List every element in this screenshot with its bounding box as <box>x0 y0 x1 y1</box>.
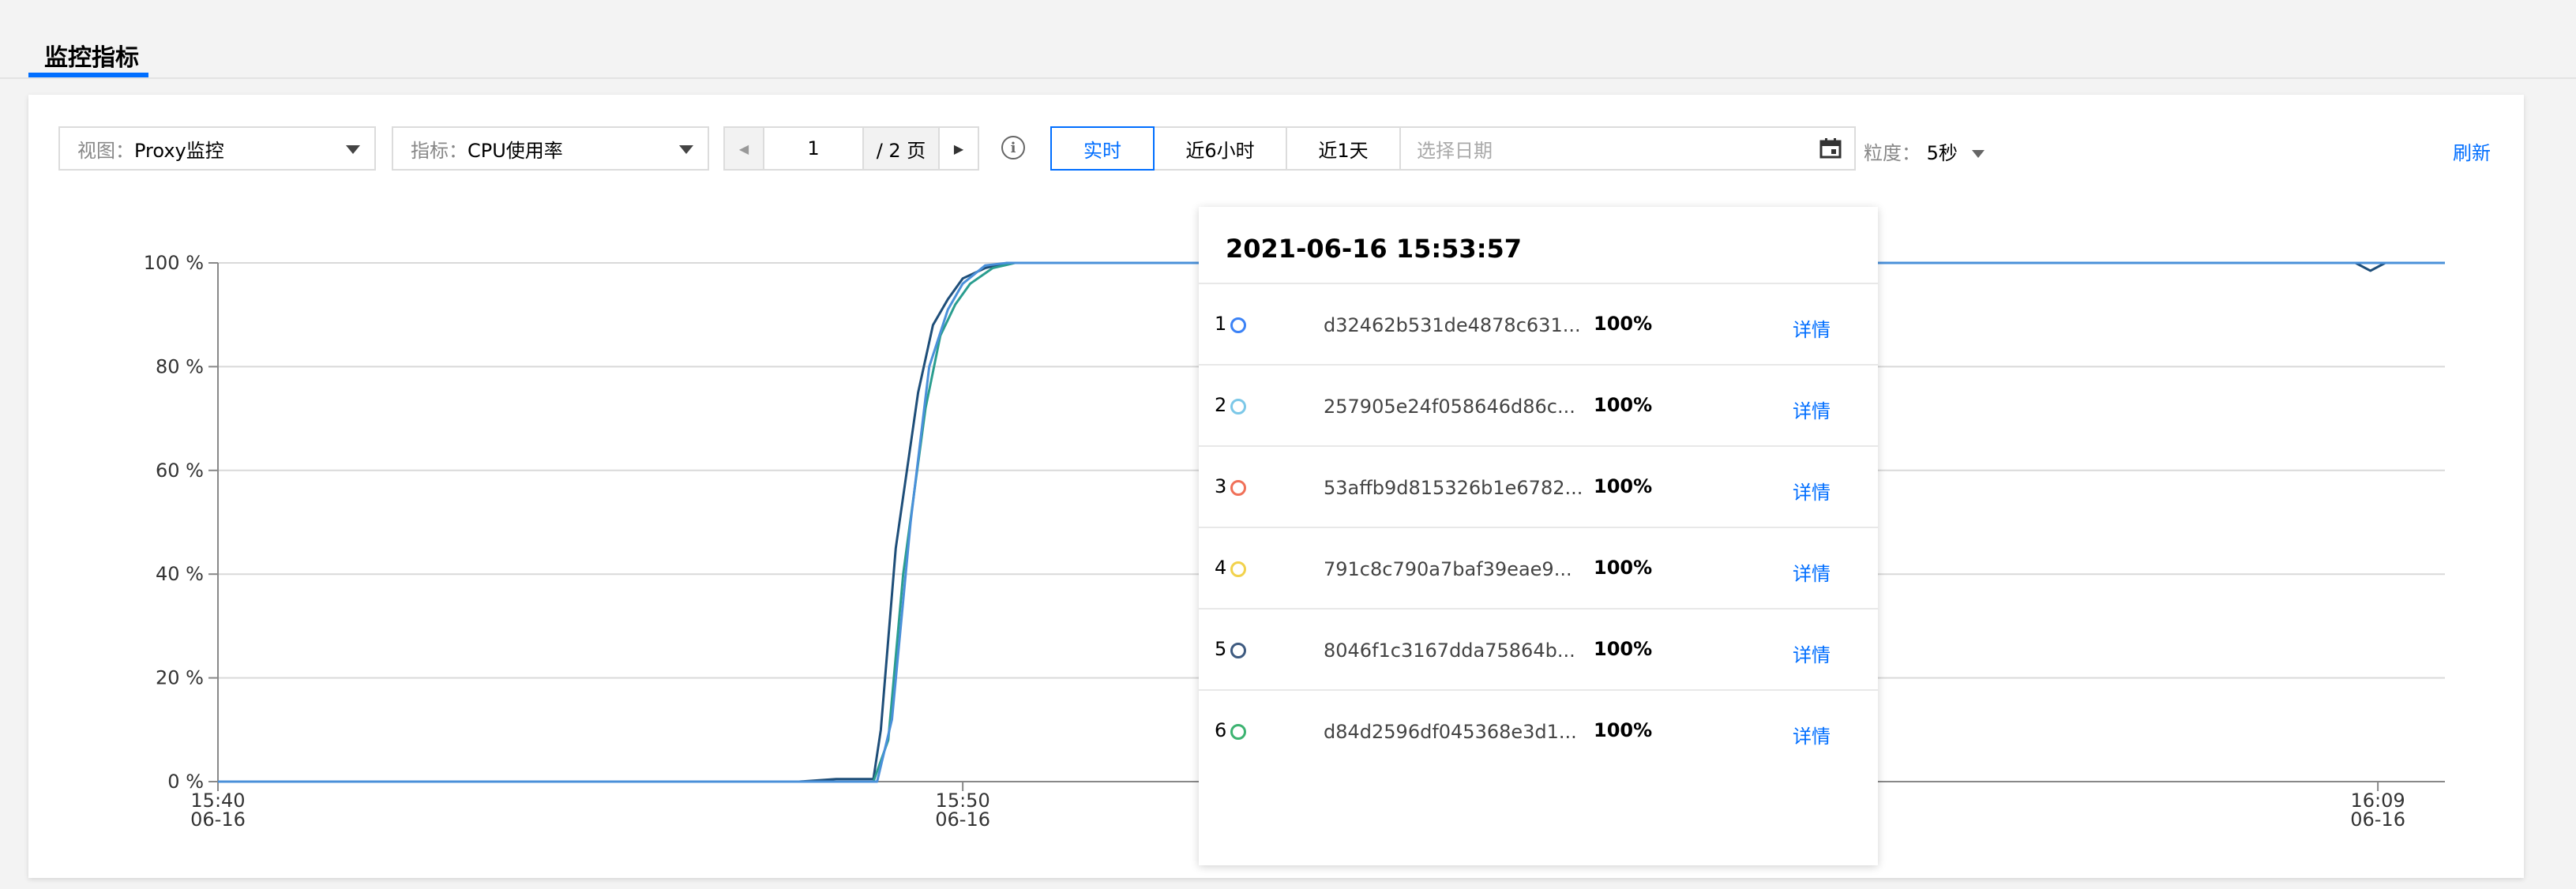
tooltip-row-instance: 791c8c790a7baf39eae9... <box>1324 558 1572 580</box>
tooltip-row-index: 4 <box>1215 557 1227 579</box>
series-marker-icon <box>1230 317 1246 333</box>
y-tick-label: 40 % <box>156 563 204 585</box>
tooltip-row: 4 791c8c790a7baf39eae9... 100% 详情 <box>1199 527 1878 609</box>
x-tick-label-date: 06-16 <box>2350 808 2405 831</box>
tooltip-row-instance: d32462b531de4878c631... <box>1324 314 1581 336</box>
tooltip-row-index: 3 <box>1215 475 1227 497</box>
series-marker-icon <box>1230 399 1246 414</box>
y-tick-label: 20 % <box>156 667 204 689</box>
tooltip-row: 3 53affb9d815326b1e6782... 100% 详情 <box>1199 445 1878 527</box>
tooltip-row-value: 100% <box>1594 313 1653 335</box>
tooltip-row-instance: d84d2596df045368e3d1... <box>1324 721 1577 743</box>
tooltip-row-index: 6 <box>1215 719 1227 741</box>
tooltip-row: 6 d84d2596df045368e3d1... 100% 详情 <box>1199 689 1878 771</box>
tooltip-row-value: 100% <box>1594 394 1653 416</box>
tooltip-row-detail-link[interactable]: 详情 <box>1793 314 1831 342</box>
tooltip-row-detail-link[interactable]: 详情 <box>1793 558 1831 586</box>
series-marker-icon <box>1230 724 1246 740</box>
tooltip-row-instance: 8046f1c3167dda75864b... <box>1324 640 1575 662</box>
y-tick-label: 60 % <box>156 460 204 482</box>
series-marker-icon <box>1230 480 1246 496</box>
tooltip-row-detail-link[interactable]: 详情 <box>1793 640 1831 667</box>
tooltip-time: 2021-06-16 15:53:57 <box>1226 234 1523 264</box>
tooltip-row-instance: 53affb9d815326b1e6782... <box>1324 477 1583 499</box>
y-tick-label: 80 % <box>156 355 204 377</box>
tooltip-row: 2 257905e24f058646d86c... 100% 详情 <box>1199 364 1878 446</box>
x-tick-label-date: 06-16 <box>935 808 990 831</box>
series-marker-icon <box>1230 643 1246 658</box>
tooltip-row-detail-link[interactable]: 详情 <box>1793 396 1831 423</box>
tooltip-row-instance: 257905e24f058646d86c... <box>1324 396 1575 418</box>
series-marker-icon <box>1230 561 1246 577</box>
tooltip-row-value: 100% <box>1594 638 1653 660</box>
tooltip-row: 1 d32462b531de4878c631... 100% 详情 <box>1199 283 1878 365</box>
tooltip-row-value: 100% <box>1594 557 1653 579</box>
tooltip-row-index: 2 <box>1215 394 1227 416</box>
tooltip-row-value: 100% <box>1594 475 1653 497</box>
tooltip-row-detail-link[interactable]: 详情 <box>1793 721 1831 748</box>
tooltip-row-detail-link[interactable]: 详情 <box>1793 477 1831 505</box>
y-tick-label: 100 % <box>144 252 204 274</box>
x-tick-label-date: 06-16 <box>190 808 246 831</box>
tooltip-row-value: 100% <box>1594 719 1653 741</box>
chart-tooltip: 2021-06-16 15:53:57 1 d32462b531de4878c63… <box>1199 207 1878 865</box>
tooltip-row-index: 5 <box>1215 638 1227 660</box>
tooltip-row: 5 8046f1c3167dda75864b... 100% 详情 <box>1199 608 1878 690</box>
tooltip-row-index: 1 <box>1215 313 1227 335</box>
